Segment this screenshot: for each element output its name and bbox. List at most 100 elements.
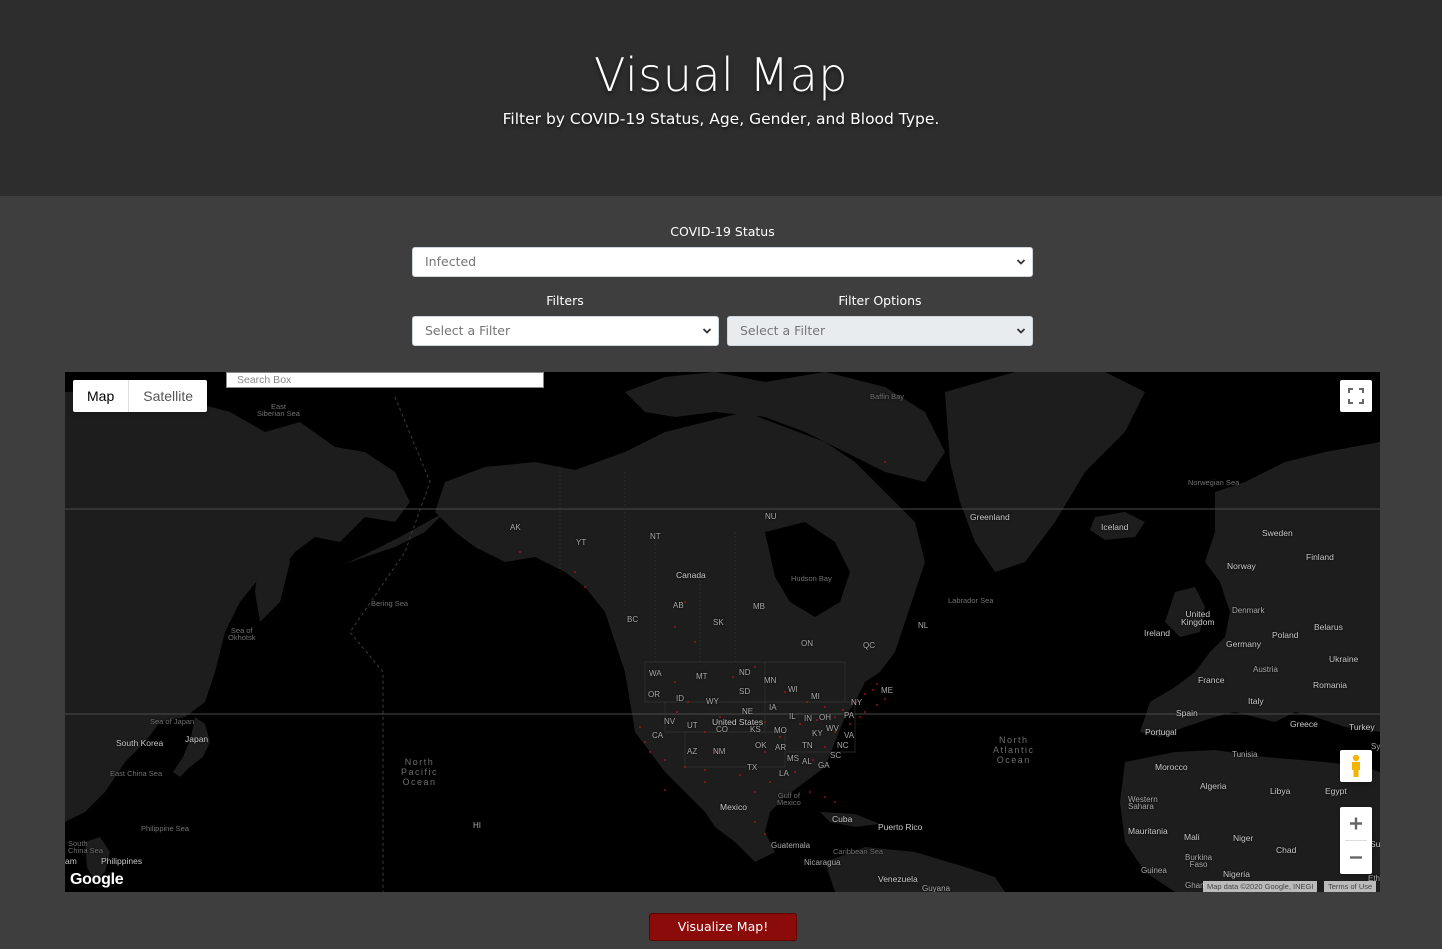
map-label-mauritania: Mauritania bbox=[1128, 826, 1168, 836]
map-label-me: ME bbox=[881, 686, 893, 695]
map-search-input[interactable]: Search Box bbox=[226, 372, 544, 388]
map-label-tunisia: Tunisia bbox=[1232, 750, 1258, 759]
case-dot bbox=[834, 801, 836, 803]
case-dot bbox=[884, 461, 886, 463]
case-dot bbox=[676, 711, 678, 713]
filter-options-label: Filter Options bbox=[838, 293, 922, 308]
case-dot bbox=[754, 821, 756, 823]
map-label-united-kingdom: United Kingdom bbox=[1181, 609, 1215, 627]
map-canvas[interactable]: Canada United States Mexico Greenland Ic… bbox=[65, 372, 1380, 892]
map-label-canada: Canada bbox=[676, 570, 706, 580]
map-label-ak: AK bbox=[510, 523, 521, 532]
case-dot bbox=[649, 751, 651, 753]
map-label-norway: Norway bbox=[1227, 561, 1256, 571]
map-label-north-atlantic: North Atlantic Ocean bbox=[993, 735, 1035, 765]
map-label-bering-sea: Bering Sea bbox=[371, 599, 409, 608]
map-label-norwegian-sea: Norwegian Sea bbox=[1188, 478, 1240, 487]
case-dot bbox=[754, 666, 756, 668]
case-dot bbox=[664, 789, 666, 791]
google-logo: Google bbox=[70, 871, 124, 888]
case-dot bbox=[704, 781, 706, 783]
fullscreen-icon bbox=[1348, 388, 1364, 404]
case-dot bbox=[809, 791, 811, 793]
map-label-south-china-sea: South China Sea bbox=[68, 839, 104, 855]
map-label-france: France bbox=[1198, 675, 1225, 685]
map-label-sc: SC bbox=[830, 751, 842, 760]
filters-select-value: Select a Filter bbox=[425, 323, 511, 338]
map-label-poland: Poland bbox=[1272, 630, 1299, 640]
map-label-spain: Spain bbox=[1176, 708, 1198, 718]
case-dot bbox=[674, 681, 676, 683]
map-label-pa: PA bbox=[844, 711, 855, 720]
map-label-finland: Finland bbox=[1306, 552, 1334, 562]
map-label-wi: WI bbox=[788, 685, 798, 694]
case-dot bbox=[739, 774, 741, 776]
status-select[interactable]: Infected bbox=[412, 247, 1033, 277]
map-label-south-korea: South Korea bbox=[116, 738, 164, 748]
plus-icon bbox=[1350, 817, 1362, 830]
zoom-in-button[interactable] bbox=[1340, 807, 1372, 840]
map-label-ab: AB bbox=[673, 601, 684, 610]
case-dot bbox=[687, 701, 689, 703]
chevron-down-icon bbox=[1016, 259, 1026, 265]
fullscreen-button[interactable] bbox=[1340, 380, 1372, 412]
case-dot bbox=[519, 551, 521, 553]
terms-link[interactable]: Terms of Use bbox=[1324, 881, 1377, 892]
case-dot bbox=[849, 723, 851, 725]
case-dot bbox=[764, 721, 766, 723]
page-subtitle: Filter by COVID-19 Status, Age, Gender, … bbox=[502, 110, 940, 128]
map-label-guinea: Guinea bbox=[1141, 866, 1167, 875]
map-label-am: am bbox=[65, 856, 77, 866]
case-dot bbox=[864, 693, 866, 695]
case-dot bbox=[764, 751, 766, 753]
map-label-egypt: Egypt bbox=[1325, 786, 1347, 796]
case-dot bbox=[684, 601, 686, 603]
case-dot bbox=[824, 706, 826, 708]
map-label-greenland: Greenland bbox=[970, 512, 1010, 522]
map-label-mali: Mali bbox=[1184, 832, 1200, 842]
map-label-chad: Chad bbox=[1276, 845, 1297, 855]
map-label-italy: Italy bbox=[1248, 696, 1264, 706]
case-dots bbox=[519, 461, 886, 835]
filters-select[interactable]: Select a Filter bbox=[412, 316, 719, 346]
map-label-hi: HI bbox=[473, 821, 481, 830]
map-attribution: Map data ©2020 Google, INEGI bbox=[1203, 881, 1318, 892]
map-label-al: AL bbox=[802, 757, 812, 766]
map-label-mb: MB bbox=[753, 602, 765, 611]
case-dot bbox=[684, 766, 686, 768]
map-label-nu: NU bbox=[765, 512, 777, 521]
visualize-map-button[interactable]: Visualize Map! bbox=[649, 913, 797, 941]
case-dot bbox=[816, 719, 818, 721]
map-label-va: VA bbox=[844, 731, 855, 740]
map-label-mt: MT bbox=[696, 672, 708, 681]
case-dot bbox=[884, 698, 886, 700]
map-label-portugal: Portugal bbox=[1145, 727, 1177, 737]
case-dot bbox=[754, 791, 756, 793]
case-dot bbox=[784, 691, 786, 693]
filter-options-select[interactable]: Select a Filter bbox=[727, 316, 1033, 346]
map-label-nd: ND bbox=[739, 668, 751, 677]
map-label-nt: NT bbox=[650, 532, 661, 541]
map-label-mi: MI bbox=[811, 692, 820, 701]
map-label-ok: OK bbox=[755, 741, 767, 750]
map-label-ga: GA bbox=[818, 761, 830, 770]
map-label-nl: NL bbox=[918, 621, 929, 630]
map-label-id: ID bbox=[676, 694, 684, 703]
map-label-guatemala: Guatemala bbox=[771, 841, 811, 850]
map-label-iceland: Iceland bbox=[1101, 522, 1129, 532]
case-dot bbox=[834, 716, 836, 718]
case-dot bbox=[764, 833, 766, 835]
case-dot bbox=[639, 726, 641, 728]
map-type-satellite-button[interactable]: Satellite bbox=[128, 380, 207, 412]
case-dot bbox=[779, 736, 781, 738]
map-type-map-button[interactable]: Map bbox=[73, 380, 128, 412]
case-dot bbox=[859, 716, 861, 718]
map-label-bc: BC bbox=[627, 615, 639, 624]
map-label-sea-of-okhotsk: Sea of Okhotsk bbox=[228, 626, 256, 642]
zoom-out-button[interactable] bbox=[1340, 841, 1372, 874]
street-view-pegman[interactable] bbox=[1340, 750, 1372, 782]
map-label-gulf-of-mexico: Gulf of Mexico bbox=[777, 791, 801, 807]
case-dot bbox=[812, 759, 814, 761]
filters-label: Filters bbox=[546, 293, 584, 308]
case-dot bbox=[824, 746, 826, 748]
